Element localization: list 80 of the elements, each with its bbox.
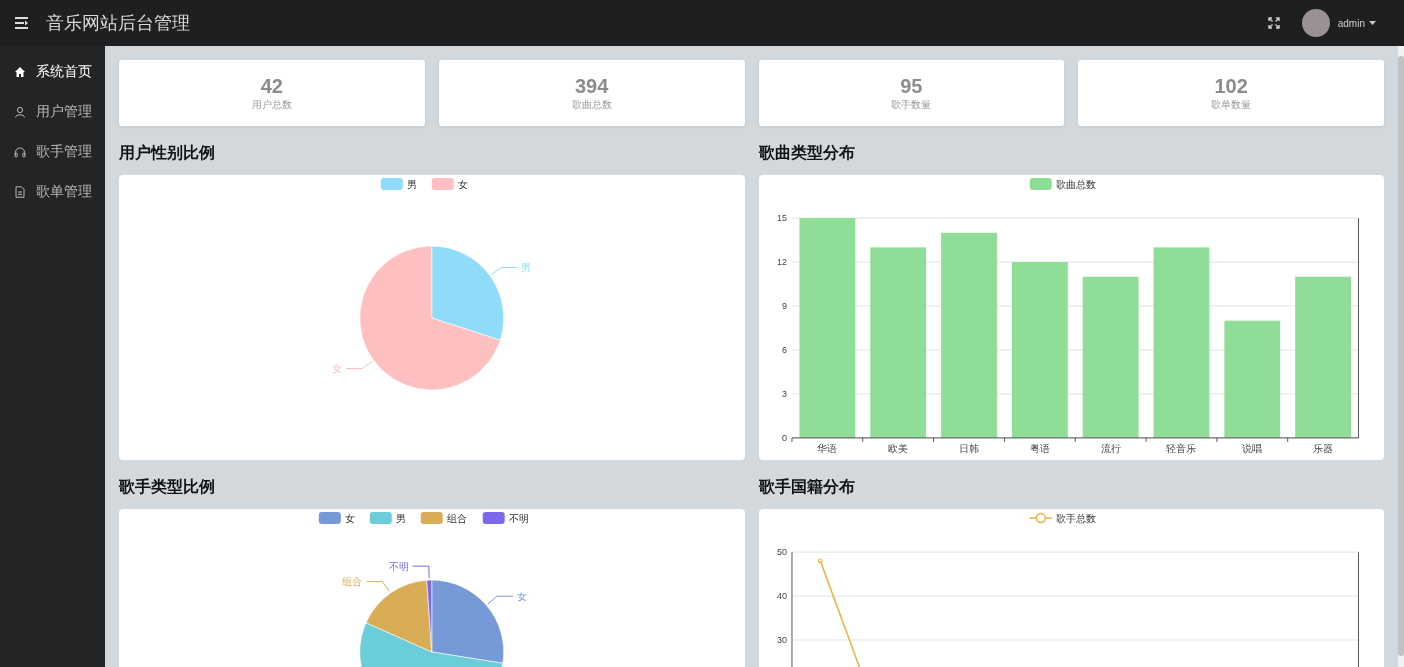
leader-line — [365, 581, 390, 592]
sidebar-label: 用户管理 — [36, 103, 92, 121]
scrollbar[interactable] — [1398, 46, 1404, 667]
bar[interactable] — [1011, 262, 1068, 438]
slice-label: 女 — [332, 363, 343, 374]
legend-label[interactable]: 女 — [457, 179, 468, 191]
slice-label: 组合 — [342, 576, 363, 588]
document-icon — [14, 186, 26, 198]
pie-slice[interactable] — [359, 245, 501, 391]
axis-tick-label: 12 — [776, 257, 787, 268]
panel-title: 用户性别比例 — [119, 143, 216, 163]
axis-tick-label: 30 — [776, 635, 787, 645]
sidebar-item[interactable]: 歌单管理 — [0, 172, 105, 212]
axis-tick-label: 15 — [776, 213, 787, 224]
sidebar-label: 歌手管理 — [36, 143, 92, 161]
leader-line — [345, 360, 373, 369]
axis-category-label: 欧美 — [887, 442, 908, 454]
axis-tick-label: 9 — [781, 301, 787, 311]
legend-label[interactable]: 歌曲总数 — [1055, 179, 1096, 191]
leader-line — [491, 267, 518, 276]
leader-line — [412, 565, 430, 579]
sidebar-item[interactable]: 用户管理 — [0, 92, 105, 132]
axis-category-label: 日韩 — [958, 442, 979, 454]
bar[interactable] — [798, 218, 855, 438]
pie-slice[interactable] — [431, 579, 504, 664]
pie-slice[interactable] — [365, 579, 433, 653]
axis-category-label: 流行 — [1100, 442, 1121, 454]
stat-label: 用户总数 — [251, 98, 292, 112]
sidebar-item[interactable]: 系统首页 — [0, 52, 105, 92]
leader-line — [487, 595, 514, 605]
avatar[interactable] — [1301, 9, 1330, 37]
home-icon — [14, 66, 26, 78]
stat-value: 42 — [260, 74, 283, 98]
axis-category-label: 轻音乐 — [1165, 442, 1196, 454]
legend-label[interactable]: 不明 — [508, 513, 529, 525]
axis-tick-label: 0 — [781, 432, 787, 443]
stat-value: 102 — [1214, 74, 1248, 98]
bar[interactable] — [1223, 320, 1280, 438]
fullscreen-icon[interactable] — [1267, 17, 1280, 29]
user-icon — [14, 106, 26, 118]
bar[interactable] — [940, 232, 997, 438]
sidebar-label: 歌单管理 — [36, 183, 92, 201]
legend-label[interactable]: 组合 — [446, 513, 467, 525]
legend-label[interactable]: 女 — [344, 513, 355, 525]
stat-label: 歌曲总数 — [571, 98, 612, 112]
data-point[interactable] — [817, 558, 823, 564]
bar[interactable] — [1153, 247, 1209, 438]
stat-value: 394 — [574, 74, 609, 98]
bar[interactable] — [1294, 276, 1351, 438]
axis-category-label: 粤语 — [1029, 442, 1050, 454]
axis-tick-label: 40 — [776, 591, 787, 602]
stat-label: 歌单数量 — [1211, 98, 1252, 112]
app-title: 音乐网站后台管理 — [46, 12, 190, 35]
axis-tick-label: 50 — [776, 547, 787, 558]
slice-label: 男 — [521, 262, 532, 273]
axis-category-label: 说唱 — [1241, 442, 1262, 454]
legend-label[interactable]: 男 — [406, 179, 417, 191]
axis-tick-label: 6 — [781, 344, 787, 355]
stat-value: 95 — [900, 74, 923, 98]
legend-label[interactable]: 男 — [395, 513, 406, 525]
panel-title: 歌手类型比例 — [119, 477, 216, 497]
sidebar-label: 系统首页 — [36, 63, 92, 81]
user-name[interactable]: admin — [1337, 17, 1365, 29]
bar[interactable] — [869, 247, 926, 438]
axis-category-label: 华语 — [816, 442, 837, 454]
panel-title: 歌手国籍分布 — [758, 477, 856, 497]
menu-icon[interactable] — [14, 16, 30, 30]
panel-title: 歌曲类型分布 — [758, 143, 856, 163]
slice-label: 女 — [517, 590, 528, 602]
headphones-icon — [14, 146, 26, 158]
stat-label: 歌手数量 — [891, 98, 932, 112]
slice-label: 不明 — [388, 560, 409, 572]
axis-tick-label: 3 — [781, 388, 787, 399]
sidebar-item[interactable]: 歌手管理 — [0, 132, 105, 172]
pie-slice[interactable] — [431, 245, 504, 341]
caret-icon[interactable] — [1369, 21, 1376, 25]
pie-slice[interactable] — [426, 579, 433, 653]
bar[interactable] — [1082, 276, 1139, 438]
legend-label[interactable]: 歌手总数 — [1055, 513, 1096, 525]
axis-category-label: 乐器 — [1312, 442, 1333, 454]
